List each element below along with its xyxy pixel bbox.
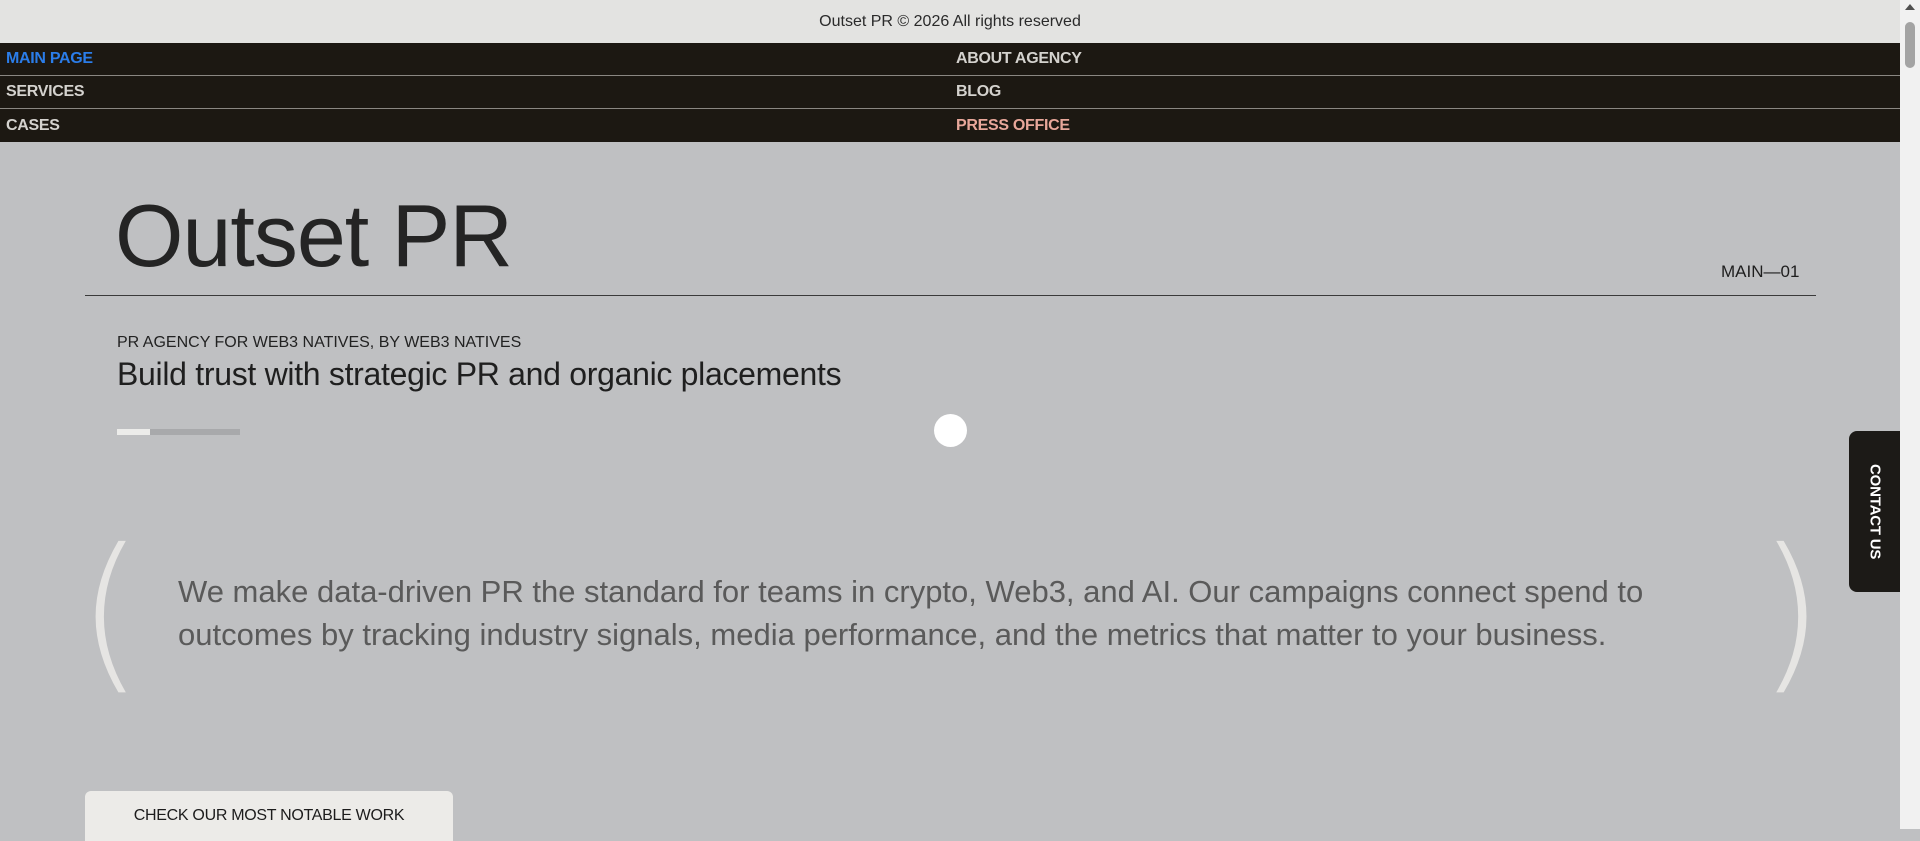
scroll-thumb[interactable]: [1905, 22, 1915, 68]
notable-work-button[interactable]: CHECK OUR MOST NOTABLE WORK: [85, 791, 453, 841]
mission-quote: ( We make data-driven PR the standard fo…: [77, 522, 1824, 702]
nav-item-cases[interactable]: CASES: [0, 117, 950, 135]
contact-us-tab[interactable]: CONTACT US: [1849, 431, 1901, 592]
main-nav: MAIN PAGE ABOUT AGENCY SERVICES BLOG CAS…: [0, 43, 1900, 142]
nav-item-blog[interactable]: BLOG: [950, 83, 1900, 101]
page-title: Outset PR: [115, 186, 513, 285]
hero-subtitle: Build trust with strategic PR and organi…: [117, 356, 842, 392]
close-paren-glyph: ): [1757, 513, 1824, 711]
hero-eyebrow: PR AGENCY FOR WEB3 NATIVES, BY WEB3 NATI…: [117, 334, 522, 351]
hero-divider: [85, 295, 1816, 296]
mission-text: We make data-driven PR the standard for …: [178, 574, 1644, 652]
copyright-text: Outset PR © 2026 All rights reserved: [819, 12, 1081, 30]
copyright-bar: Outset PR © 2026 All rights reserved: [0, 0, 1900, 43]
slide-progress-fill: [117, 429, 151, 435]
page-scrollbar[interactable]: [1900, 0, 1920, 829]
open-paren-glyph: (: [77, 513, 144, 711]
cursor-dot: [934, 414, 967, 447]
slide-progress-bar: [117, 429, 240, 435]
nav-item-about-agency[interactable]: ABOUT AGENCY: [950, 50, 1900, 68]
scroll-up-arrow-icon[interactable]: [1905, 4, 1915, 10]
contact-us-label: CONTACT US: [1866, 463, 1884, 560]
nav-row: SERVICES BLOG: [0, 76, 1900, 109]
nav-item-services[interactable]: SERVICES: [0, 83, 950, 101]
nav-item-main-page[interactable]: MAIN PAGE: [0, 50, 950, 68]
nav-item-press-office[interactable]: PRESS OFFICE: [950, 117, 1900, 135]
nav-row: MAIN PAGE ABOUT AGENCY: [0, 43, 1900, 76]
section-label: MAIN—01: [1721, 262, 1800, 281]
nav-row: CASES PRESS OFFICE: [0, 109, 1900, 142]
